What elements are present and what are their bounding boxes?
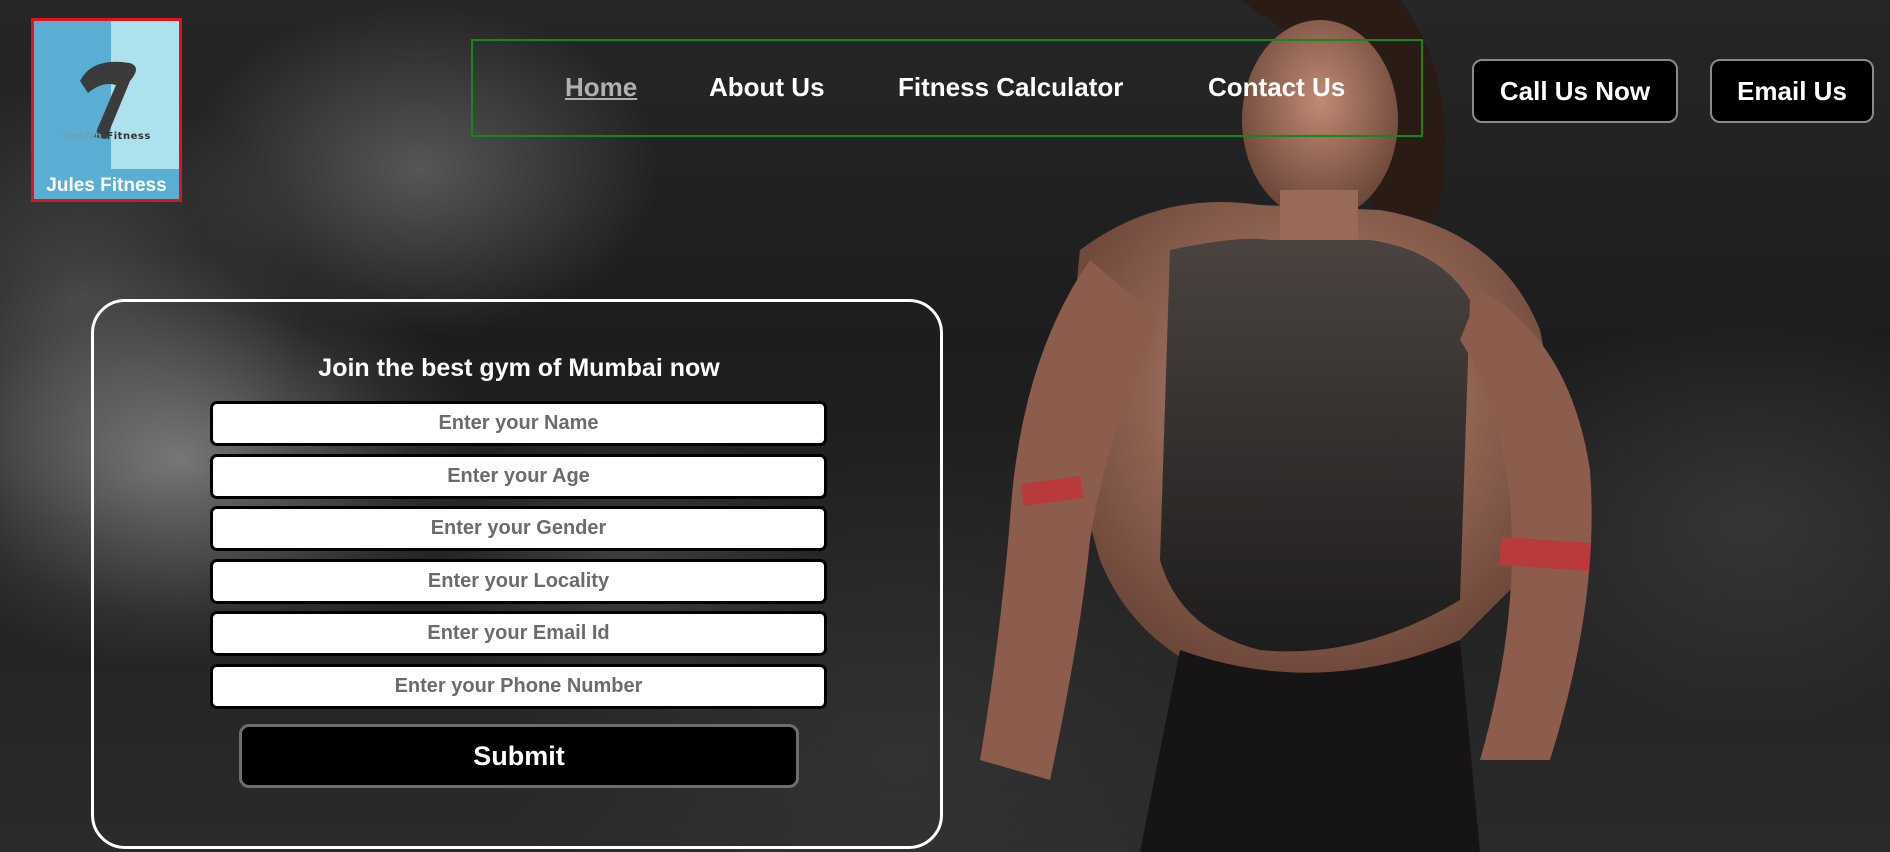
logo-tagline: Health Fitness (34, 131, 179, 142)
logo-tagline-faded: Health (62, 131, 103, 142)
join-form-card: Join the best gym of Mumbai now Submit (91, 299, 943, 849)
age-field[interactable] (210, 454, 827, 499)
main-nav: Home About Us Fitness Calculator Contact… (471, 39, 1423, 137)
page: Health Fitness Jules Fitness Home About … (0, 0, 1890, 852)
brand-logo[interactable]: Health Fitness Jules Fitness (31, 18, 182, 202)
phone-field[interactable] (210, 664, 827, 709)
call-us-now-button[interactable]: Call Us Now (1472, 59, 1678, 123)
form-title: Join the best gym of Mumbai now (318, 354, 720, 382)
nav-fitness-calculator[interactable]: Fitness Calculator (898, 72, 1123, 103)
submit-button[interactable]: Submit (239, 724, 799, 788)
brand-name: Jules Fitness (46, 175, 167, 196)
nav-contact-us[interactable]: Contact Us (1208, 72, 1345, 103)
email-us-button[interactable]: Email Us (1710, 59, 1874, 123)
gender-field[interactable] (210, 506, 827, 551)
nav-about-us[interactable]: About Us (709, 72, 825, 103)
locality-field[interactable] (210, 559, 827, 604)
brush-stroke-logo-icon (80, 61, 136, 139)
nav-home[interactable]: Home (565, 72, 637, 103)
logo-tagline-text: Fitness (106, 131, 151, 142)
email-field[interactable] (210, 611, 827, 656)
name-field[interactable] (210, 401, 827, 446)
